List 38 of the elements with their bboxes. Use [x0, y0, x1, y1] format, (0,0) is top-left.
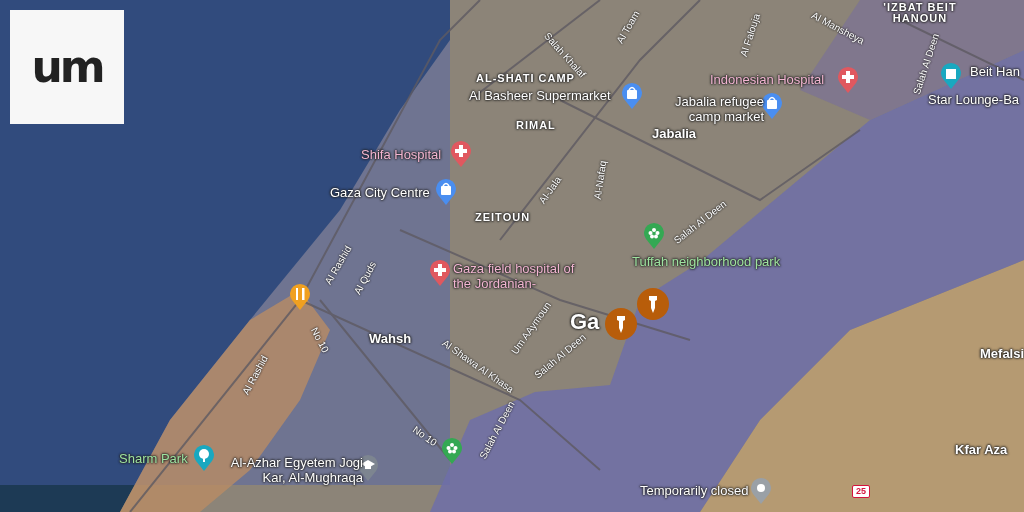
road-label: Al Falouja: [737, 12, 763, 58]
area-label: Ga: [570, 309, 600, 335]
place-label: Temporarily closed: [640, 483, 750, 498]
hospital-pin-icon[interactable]: [429, 259, 451, 287]
hospital-pin-icon[interactable]: [450, 140, 472, 168]
road-label: No 10: [308, 325, 332, 355]
logo[interactable]: um: [31, 45, 103, 89]
road-label: No 10: [410, 423, 440, 449]
area-label: Kfar Aza: [955, 442, 1008, 457]
area-label: Mefalsi: [980, 346, 1024, 361]
fork-knife-pin-icon[interactable]: [289, 283, 311, 311]
tree-pin-icon[interactable]: [193, 444, 215, 472]
map-pin-icon[interactable]: [750, 477, 772, 505]
place-label: Shifa Hospital: [361, 147, 443, 162]
place-label: Gaza field hospital of the Jordanian-: [453, 261, 576, 291]
route-number-badge: 25: [852, 485, 870, 498]
place-label: Al Basheer Supermarket: [469, 88, 612, 103]
bomb-marker-icon[interactable]: [637, 288, 669, 320]
area-label: ZEITOUN: [475, 211, 531, 223]
road-label: Al Quds: [351, 259, 379, 297]
hospital-pin-icon[interactable]: [837, 66, 859, 94]
shopping-bag-pin-icon[interactable]: [435, 178, 457, 206]
place-label: Indonesian Hospital: [710, 72, 826, 87]
road-label: Al-Nafaq: [591, 159, 609, 201]
flower-pin-icon[interactable]: [441, 437, 463, 465]
area-label: 'IZBAT BEIT HANOUN: [882, 2, 958, 24]
place-label: Gaza City Centre: [330, 185, 431, 200]
area-label: RIMAL: [516, 119, 556, 131]
place-label: Tuffah neighborhood park: [632, 254, 782, 269]
tower-pin-icon[interactable]: [940, 62, 962, 90]
road-label: Salah Al Deen: [477, 399, 517, 461]
area-label: Wahsh: [369, 331, 412, 346]
place-label: Al-Azhar Egyetem Jogi Kar, Al-Mughraqa: [229, 455, 363, 485]
bomb-marker-icon[interactable]: [605, 308, 637, 340]
area-label: Jabalia: [652, 126, 697, 141]
shopping-bag-pin-icon[interactable]: [621, 82, 643, 110]
place-label: Beit Han: [970, 64, 1021, 79]
flower-pin-icon[interactable]: [643, 222, 665, 250]
